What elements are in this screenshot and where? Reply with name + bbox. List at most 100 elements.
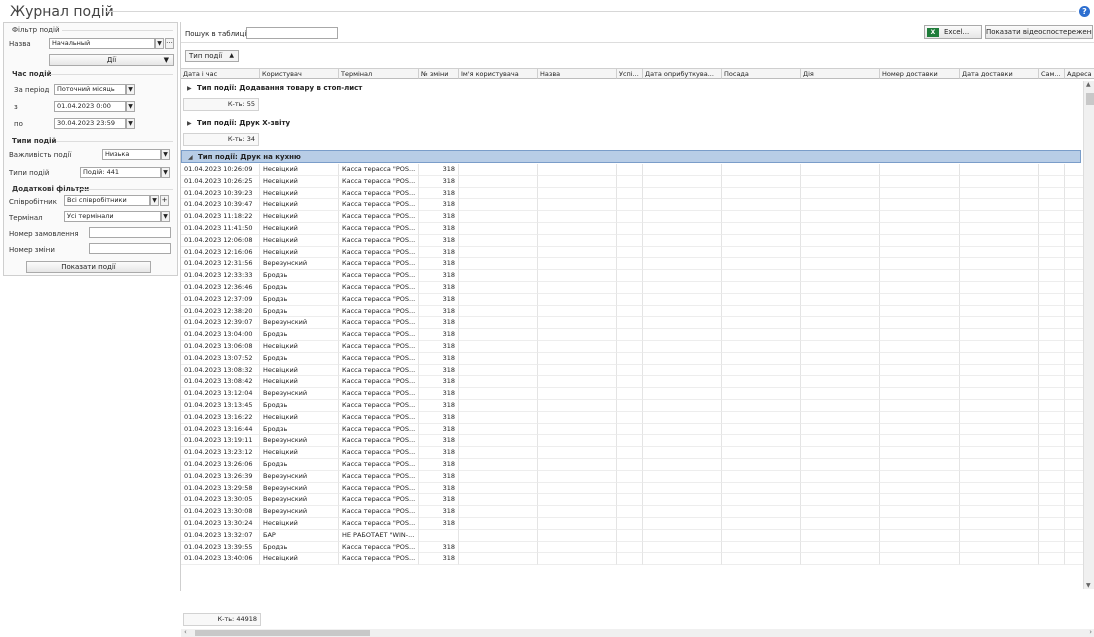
group-row[interactable]: ▶ Тип події: Додавання товару в стоп-лист (181, 82, 1081, 95)
search-input[interactable] (246, 27, 338, 39)
scroll-down-icon[interactable]: ▼ (1086, 582, 1091, 589)
vertical-scroll-thumb[interactable] (1086, 93, 1094, 105)
shift-number-input[interactable] (89, 243, 171, 254)
collapse-arrow-icon[interactable]: ◢ (188, 151, 193, 164)
table-row[interactable]: 01.04.2023 13:16:22 Несвіцкий Касса терасс… (181, 411, 1094, 424)
employee-arrow-icon[interactable]: ▼ (150, 195, 159, 206)
column-header[interactable]: Термінал (339, 68, 419, 79)
from-date-arrow-icon[interactable]: ▼ (126, 101, 135, 112)
excel-export-button[interactable]: X Excel... (924, 25, 982, 39)
table-row[interactable]: 01.04.2023 12:33:33 Бродзь Касса терасса "… (181, 270, 1094, 282)
actions-button[interactable]: Дії ▼ (49, 54, 174, 66)
table-row[interactable]: 01.04.2023 13:29:58 Верезунский Касса тера… (181, 482, 1094, 495)
to-date-arrow-icon[interactable]: ▼ (126, 118, 135, 129)
table-row[interactable]: 01.04.2023 12:36:46 Бродзь Касса терасса "… (181, 282, 1094, 294)
table-row[interactable]: 01.04.2023 13:13:45 Бродзь Касса терасса "… (181, 400, 1094, 412)
table-row[interactable]: 01.04.2023 13:23:12 Несвіцкий Касса терасс… (181, 447, 1094, 459)
scroll-left-icon[interactable]: ‹ (184, 628, 187, 636)
column-header[interactable]: Дата доставки (960, 68, 1039, 79)
period-dropdown[interactable]: Поточний місяць (54, 84, 126, 95)
table-row[interactable]: 01.04.2023 13:16:44 Бродзь Касса терасса "… (181, 423, 1094, 436)
table-cell: Касса терасса "POS... (339, 423, 419, 436)
order-number-input[interactable] (89, 227, 171, 238)
name-dropdown[interactable]: Начальный (49, 38, 155, 49)
add-employee-icon[interactable]: + (160, 195, 169, 206)
table-row[interactable]: 01.04.2023 13:39:55 Бродзь Касса терасса "… (181, 541, 1094, 554)
table-row[interactable]: 01.04.2023 11:41:50 Несвіцкий Касса терасс… (181, 223, 1094, 235)
from-date-field[interactable]: 01.04.2023 0:00 (54, 101, 126, 112)
types-group-divider (56, 141, 173, 142)
table-row[interactable]: 01.04.2023 12:31:56 Верезунский Касса тера… (181, 258, 1094, 271)
table-row[interactable]: 01.04.2023 13:06:08 Несвіцкий Касса терасс… (181, 341, 1094, 353)
table-row[interactable]: 01.04.2023 11:18:22 Несвіцкий Касса терасс… (181, 211, 1094, 223)
group-row[interactable]: ▶ Тип події: Друк Х-звіту (181, 117, 1081, 130)
table-row[interactable]: 01.04.2023 10:26:09 Несвіцкий Касса терасс… (181, 164, 1094, 176)
column-header[interactable]: Успі... (617, 68, 643, 79)
table-cell (722, 199, 801, 212)
column-header[interactable]: Дата і час (181, 68, 260, 79)
table-row[interactable]: 01.04.2023 10:39:23 Несвіцкий Касса терасс… (181, 187, 1094, 200)
table-row[interactable]: 01.04.2023 13:26:06 Бродзь Касса терасса "… (181, 459, 1094, 471)
horizontal-scroll-thumb[interactable] (195, 630, 370, 636)
horizontal-scrollbar[interactable]: ‹ › (181, 628, 1094, 637)
scroll-right-icon[interactable]: › (1089, 628, 1092, 636)
table-row[interactable]: 01.04.2023 12:37:09 Бродзь Касса терасса "… (181, 293, 1094, 306)
column-header[interactable]: Сам... (1039, 68, 1065, 79)
vertical-scrollbar[interactable]: ▲ ▼ (1083, 81, 1094, 589)
group-by-chip[interactable]: Тип події ▲ (185, 50, 239, 62)
table-row[interactable]: 01.04.2023 10:26:25 Несвіцкий Касса терасс… (181, 175, 1094, 188)
table-row[interactable]: 01.04.2023 12:16:06 Несвіцкий Касса терасс… (181, 246, 1094, 259)
importance-dropdown[interactable]: Низька (102, 149, 161, 160)
table-row[interactable]: 01.04.2023 12:39:07 Верезунский Касса тера… (181, 317, 1094, 330)
table-cell (538, 435, 617, 448)
table-row[interactable]: 01.04.2023 13:19:11 Верезунский Касса тера… (181, 435, 1094, 448)
table-row[interactable]: 01.04.2023 13:40:06 Несвіцкий Касса терасс… (181, 553, 1094, 566)
table-row[interactable]: 01.04.2023 12:38:20 Бродзь Касса терасса "… (181, 305, 1094, 318)
show-events-button[interactable]: Показати події (26, 261, 151, 273)
column-header[interactable]: Посада (722, 68, 801, 79)
event-types-arrow-icon[interactable]: ▼ (161, 167, 170, 178)
column-header[interactable]: Ім'я користувача (459, 68, 538, 79)
column-header[interactable]: Дія (801, 68, 880, 79)
terminal-arrow-icon[interactable]: ▼ (161, 211, 170, 222)
name-more-button[interactable]: ··· (165, 38, 174, 49)
help-icon[interactable]: ? (1079, 6, 1090, 17)
event-types-dropdown[interactable]: Подій: 441 (80, 167, 161, 178)
show-video-button[interactable]: Показати відеоспостереження (985, 25, 1093, 39)
table-row[interactable]: 01.04.2023 13:30:08 Верезунский Касса тера… (181, 506, 1094, 518)
terminal-dropdown[interactable]: Усі термінали (64, 211, 161, 222)
table-cell (643, 164, 722, 176)
table-row[interactable]: 01.04.2023 12:06:08 Несвіцкий Касса терасс… (181, 234, 1094, 247)
table-row[interactable]: 01.04.2023 13:12:04 Верезунский Касса тера… (181, 388, 1094, 400)
table-row[interactable]: 01.04.2023 10:39:47 Несвіцкий Касса терасс… (181, 199, 1094, 212)
scroll-up-icon[interactable]: ▲ (1086, 81, 1091, 88)
period-dropdown-arrow-icon[interactable]: ▼ (126, 84, 135, 95)
column-header[interactable]: Назва (538, 68, 617, 79)
table-row[interactable]: 01.04.2023 13:30:24 Несвіцкий Касса терасс… (181, 518, 1094, 530)
expand-arrow-icon[interactable]: ▶ (187, 82, 192, 95)
table-cell (801, 423, 880, 436)
employee-dropdown[interactable]: Всі співробітники (64, 195, 150, 206)
table-cell: 318 (419, 553, 459, 566)
importance-arrow-icon[interactable]: ▼ (161, 149, 170, 160)
column-header[interactable]: Номер доставки (880, 68, 960, 79)
expand-arrow-icon[interactable]: ▶ (187, 117, 192, 130)
table-row[interactable]: 01.04.2023 13:04:00 Бродзь Касса терасса "… (181, 329, 1094, 341)
to-date-field[interactable]: 30.04.2023 23:59 (54, 118, 126, 129)
column-header[interactable]: Дата оприбуткува... (643, 68, 722, 79)
table-row[interactable]: 01.04.2023 13:07:52 Бродзь Касса терасса "… (181, 352, 1094, 365)
table-cell (643, 341, 722, 353)
table-cell (1039, 447, 1065, 459)
table-row[interactable]: 01.04.2023 13:08:42 Несвіцкий Касса терасс… (181, 376, 1094, 389)
column-header[interactable]: Користувач (260, 68, 339, 79)
table-cell: 318 (419, 223, 459, 235)
table-row[interactable]: 01.04.2023 13:08:32 Несвіцкий Касса терасс… (181, 364, 1094, 377)
table-cell (960, 529, 1039, 542)
column-header[interactable]: № зміни (419, 68, 459, 79)
name-dropdown-arrow-icon[interactable]: ▼ (155, 38, 164, 49)
table-row[interactable]: 01.04.2023 13:30:05 Верезунский Касса тера… (181, 494, 1094, 507)
table-row[interactable]: 01.04.2023 13:26:39 Верезунский Касса тера… (181, 470, 1094, 483)
group-row-selected[interactable]: ◢ Тип події: Друк на кухню (181, 150, 1081, 163)
table-row[interactable]: 01.04.2023 13:32:07 БАР НЕ РАБОТАЕТ "WIN-.… (181, 529, 1094, 542)
column-header[interactable]: Адреса (1065, 68, 1094, 79)
